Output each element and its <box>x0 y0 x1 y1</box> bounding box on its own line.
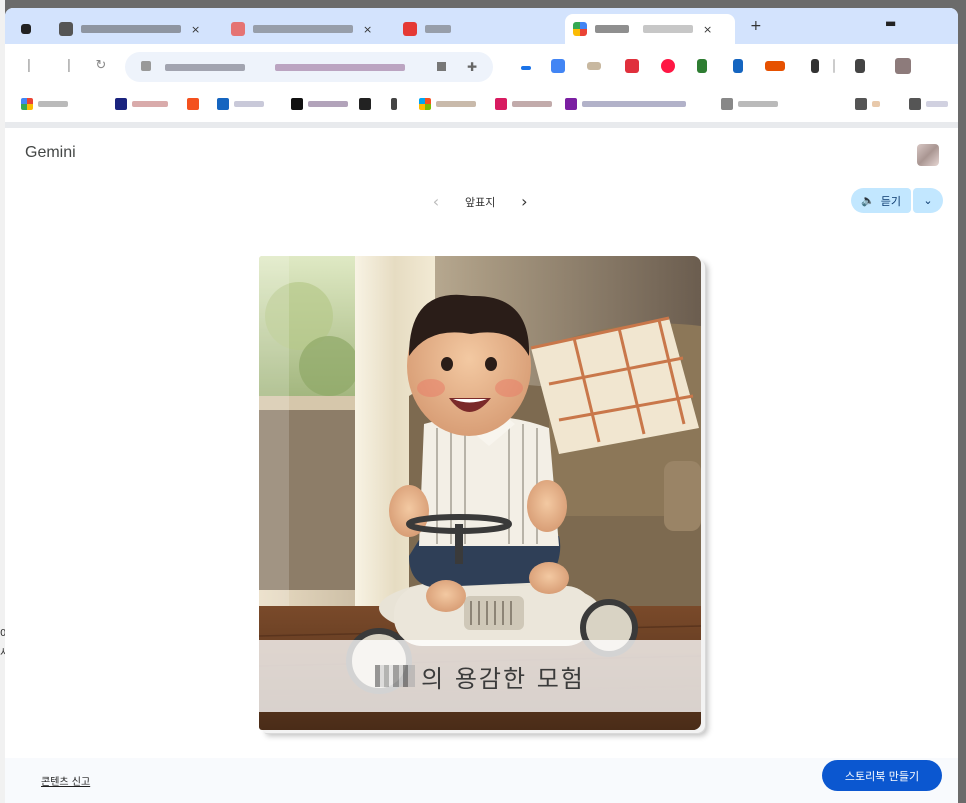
bookmark-item[interactable] <box>21 98 68 110</box>
bookmark-favicon-icon <box>909 98 921 110</box>
reload-icon[interactable]: ↻ <box>93 58 109 74</box>
extension-icon[interactable] <box>733 59 743 73</box>
bookmark-favicon-icon <box>115 98 127 110</box>
profile-avatar-icon[interactable] <box>895 58 911 74</box>
tab[interactable]: × <box>51 14 208 44</box>
bookmark-item[interactable] <box>855 98 880 110</box>
bookmark-item[interactable] <box>721 98 778 110</box>
book-title: 의 용감한 모험 <box>421 664 585 693</box>
extension-icon[interactable] <box>587 62 601 70</box>
extension-icon[interactable]: ✚ <box>467 60 477 74</box>
redacted-name <box>375 665 416 687</box>
extension-icon[interactable] <box>551 59 565 73</box>
tab-favicon-icon <box>21 24 31 34</box>
page-navigator: ‹ 앞표지 › <box>429 192 531 211</box>
bookmark-favicon-icon <box>495 98 507 110</box>
page-footer: 콘텐츠 신고 스토리북 만들기 <box>5 758 958 803</box>
new-tab-button[interactable]: + <box>750 18 762 34</box>
bookmark-star-icon[interactable] <box>437 62 446 71</box>
bookmark-item[interactable] <box>187 98 204 110</box>
bookmarks-bar <box>5 90 958 122</box>
tab[interactable] <box>395 14 459 44</box>
bookmark-favicon-icon <box>721 98 733 110</box>
listen-control: 🔈 듣기 ⌄ <box>851 188 943 213</box>
user-avatar[interactable] <box>917 144 939 166</box>
browser-toolbar: ❘ ❘ ↻ ✚ <box>5 44 958 90</box>
site-info-icon[interactable] <box>141 61 151 71</box>
bookmark-favicon-icon <box>187 98 199 110</box>
tab[interactable]: × <box>223 14 380 44</box>
bookmark-item[interactable] <box>565 98 686 110</box>
tab-favicon-icon <box>231 22 245 36</box>
extension-icon[interactable] <box>697 59 707 73</box>
minimize-icon[interactable]: ▬ <box>885 16 896 30</box>
bookmark-item[interactable] <box>115 98 168 110</box>
extension-icon[interactable] <box>661 59 675 73</box>
current-page-label: 앞표지 <box>465 195 496 209</box>
bookmark-item[interactable] <box>217 98 264 110</box>
tab-favicon-icon <box>59 22 73 36</box>
prev-page-button[interactable]: ‹ <box>429 192 443 211</box>
cover-title-band: 의 용감한 모험 <box>259 640 701 712</box>
listen-options-button[interactable]: ⌄ <box>913 188 943 213</box>
storybook-cover[interactable]: 의 용감한 모험 <box>259 256 701 730</box>
create-storybook-button[interactable]: 스토리북 만들기 <box>822 760 942 791</box>
bookmark-item[interactable] <box>391 98 402 110</box>
bookmark-item[interactable] <box>359 98 376 110</box>
extensions-puzzle-icon[interactable] <box>855 59 865 73</box>
listen-button[interactable]: 🔈 듣기 <box>851 188 911 213</box>
bookmark-favicon-icon <box>855 98 867 110</box>
close-tab-icon[interactable]: × <box>363 23 372 36</box>
bookmark-favicon-icon <box>419 98 431 110</box>
listen-label: 듣기 <box>880 194 901 208</box>
bookmark-favicon-icon <box>217 98 229 110</box>
address-bar[interactable]: ✚ <box>125 52 493 82</box>
forward-icon[interactable]: ❘ <box>61 58 77 74</box>
extension-icon[interactable] <box>625 59 639 73</box>
tab[interactable] <box>13 14 47 44</box>
app-title: Gemini <box>25 144 76 161</box>
speaker-icon: 🔈 <box>861 194 875 207</box>
bookmark-favicon-icon <box>359 98 371 110</box>
tab-favicon-icon <box>403 22 417 36</box>
bookmark-favicon-icon <box>21 98 33 110</box>
back-icon[interactable]: ❘ <box>21 58 37 74</box>
extension-icon[interactable] <box>765 61 785 71</box>
close-tab-icon[interactable]: × <box>191 23 200 36</box>
bookmark-item[interactable] <box>291 98 348 110</box>
extension-icon[interactable] <box>811 59 819 73</box>
tab-strip: × × × + ▬ <box>5 8 958 44</box>
browser-window: × × × + ▬ ❘ ❘ ↻ ✚ Gemini ‹ 앞표지 › 🔈 듣기 ⌄ … <box>5 8 958 803</box>
bookmark-favicon-icon <box>565 98 577 110</box>
next-page-button[interactable]: › <box>517 192 531 211</box>
bookmark-favicon-icon <box>291 98 303 110</box>
storybook-page: Gemini ‹ 앞표지 › 🔈 듣기 ⌄ 의 용감한 모험 콘텐츠 신고 스토… <box>5 128 958 803</box>
report-content-link[interactable]: 콘텐츠 신고 <box>41 773 90 788</box>
bookmark-item[interactable] <box>419 98 476 110</box>
close-tab-icon[interactable]: × <box>703 23 712 36</box>
bookmark-item[interactable] <box>909 98 948 110</box>
chevron-down-icon: ⌄ <box>923 194 933 207</box>
extension-icon[interactable] <box>521 66 531 70</box>
gemini-favicon-icon <box>573 22 587 36</box>
bookmark-item[interactable] <box>495 98 552 110</box>
toolbar-divider <box>833 59 835 73</box>
tab-active[interactable]: × <box>565 14 735 44</box>
bookmark-favicon-icon <box>391 98 397 110</box>
